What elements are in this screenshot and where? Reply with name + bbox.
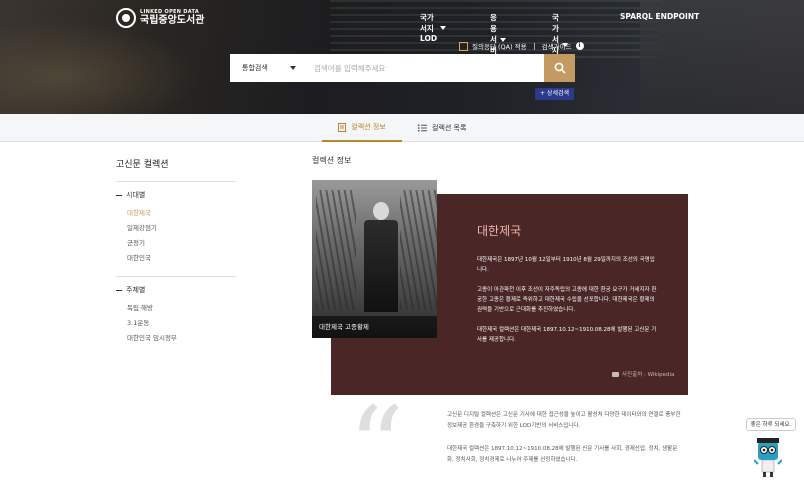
photo-caption: 대한제국 고종황제 [312,316,437,338]
sidebar-item-republic-of-korea[interactable]: 대한민국 [127,251,236,266]
search-bar: 통합검색 [230,54,575,82]
site-logo[interactable]: LINKED OPEN DATA 국립중앙도서관 [116,8,204,28]
qa-options: 질의응답 (QA) 적용 검색가이드 i [459,41,584,51]
sidebar-group-header[interactable]: 주제별 [116,277,236,295]
advanced-search-button[interactable]: + 상세검색 [535,88,575,100]
sidebar-item-provisional-government[interactable]: 대한민국 임시정부 [127,331,236,346]
feature-photo: 대한제국 고종황제 [312,180,437,338]
sidebar-item-korean-empire[interactable]: 대한제국 [127,206,236,221]
search-icon [554,62,566,74]
description-paragraph: 대한제국 컬렉션은 1897.10.12~1910.08.28에 발행된 신문 … [447,446,678,463]
hero-banner: LINKED OPEN DATA 국립중앙도서관 국가서지 LOD 응용서비스 … [0,0,804,114]
photo-plant-left [316,190,356,310]
feature-paragraph: 고종이 아관파천 이후 조선이 자주독립의 고종에 대한 환궁 요구가 거세지자… [477,287,657,313]
sidebar-item-military-government[interactable]: 군정기 [127,236,236,251]
chatbot-mascot-icon[interactable] [754,436,782,478]
nav-item-sparql[interactable]: SPARQL ENDPOINT [620,12,699,21]
search-category-select[interactable]: 통합검색 [230,54,304,82]
search-button[interactable] [544,54,575,82]
section-title: 컬렉션 정보 [312,156,352,165]
sidebar-item-march-first[interactable]: 3.1운동 [127,316,236,331]
sidebar-group-era: 시대별 대한제국 일제강점기 군정기 대한민국 [116,181,236,266]
divider [533,42,535,50]
sidebar-group-topic: 주제별 독립·해방 3.1운동 대한민국 임시정부 [116,276,236,346]
sidebar-item-independence[interactable]: 독립·해방 [127,301,236,316]
feature-title: 대한제국 [477,224,522,238]
photo-credit: 사진출처 : Wikipedia [612,370,674,378]
list-icon [418,124,427,132]
hero-background-plant [0,20,200,114]
sidebar-item-japanese-occupation[interactable]: 일제강점기 [127,221,236,236]
chevron-down-icon [290,66,296,70]
feature-paragraph: 대한제국은 1897년 10월 12일부터 1910년 8월 29일까지의 조선… [477,257,655,273]
chat-bubble[interactable]: 좋은 하루 되세요. [746,418,796,431]
search-guide-link[interactable]: 검색가이드 [542,41,572,51]
info-icon[interactable]: i [575,42,584,50]
camera-icon [612,371,619,377]
nav-item-national-lod[interactable]: 국가서지 LOD [420,12,447,43]
logo-title: 국립중앙도서관 [140,15,205,26]
logo-icon [116,8,136,28]
sidebar-title: 고신문 컬렉션 [116,160,169,170]
description-paragraph: 고신문 디지털 컬렉션은 고신문 기사에 대한 접근성을 높이고 활성처 다양한… [447,412,681,429]
minus-icon [116,289,122,291]
qa-label: 질의응답 (QA) 적용 [472,43,527,51]
minus-icon [116,194,122,196]
tab-collection-info[interactable]: 컬렉션 정보 [322,114,402,142]
document-icon [338,122,347,132]
sidebar-group-header[interactable]: 시대별 [116,182,236,200]
quote-icon: “ [348,383,405,481]
feature-paragraph: 대한제국 컬렉션은 대한제국 1897.10.12~1910.08.28에 발행… [477,327,657,343]
tab-collection-list[interactable]: 컬렉션 목록 [418,114,478,142]
search-input[interactable] [304,54,544,82]
tab-bar: 컬렉션 정보 컬렉션 목록 [0,114,804,142]
chevron-down-icon [440,25,447,30]
photo-plant-right [400,190,437,310]
qa-checkbox[interactable] [459,41,468,51]
photo-figure [364,202,398,312]
